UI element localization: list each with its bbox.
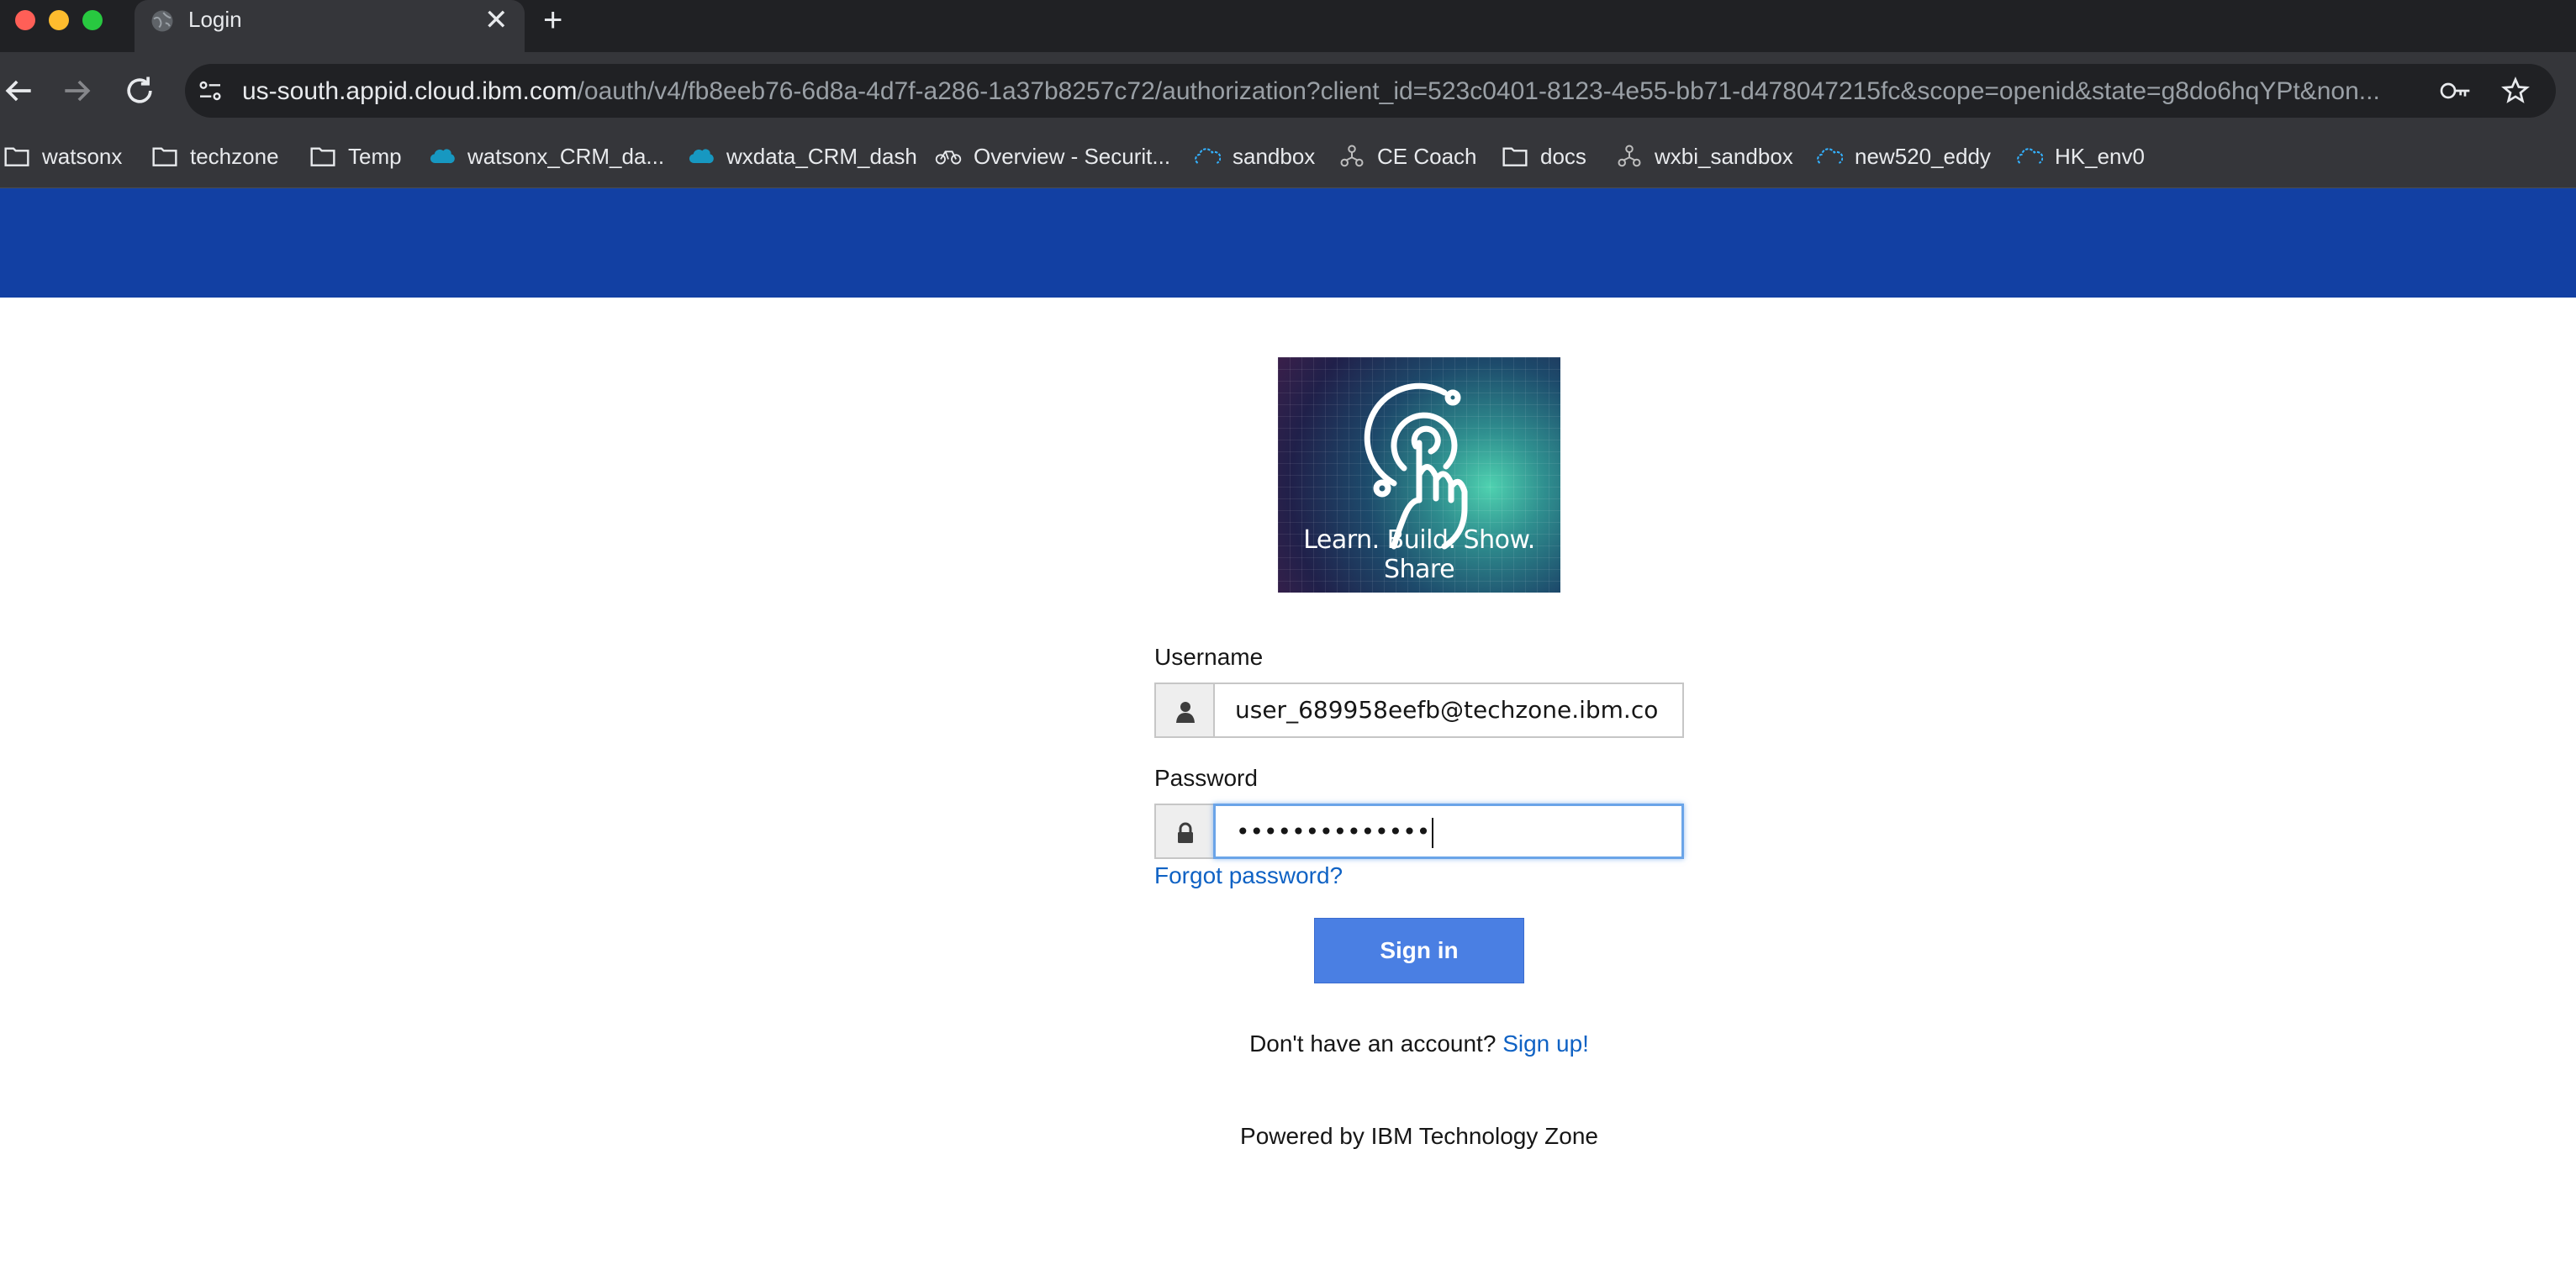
site-settings-icon[interactable] <box>197 77 224 104</box>
salesforce-icon <box>689 149 714 164</box>
forward-arrow-icon[interactable] <box>59 72 96 109</box>
globe-icon <box>151 10 173 32</box>
bookmark-label: watsonx <box>42 143 123 169</box>
user-icon <box>1176 702 1195 723</box>
bookmark-watsonx[interactable]: watsonx <box>3 141 122 171</box>
bookmark-overview-security[interactable]: Overview - Securit... <box>935 141 1170 171</box>
network-icon <box>1618 145 1641 167</box>
bookmark-star-icon[interactable] <box>2500 76 2531 106</box>
window-maximize-button[interactable] <box>82 10 103 30</box>
back-arrow-icon[interactable] <box>0 72 37 109</box>
forgot-password-link[interactable]: Forgot password? <box>1154 862 1343 889</box>
url-path: /oauth/v4/fb8eeb76-6d8a-4d7f-a286-1a37b8… <box>577 77 2380 105</box>
password-addon <box>1154 804 1213 859</box>
username-addon <box>1154 683 1213 738</box>
bookmark-watsonx-crm[interactable]: watsonx_CRM_da... <box>429 141 664 171</box>
address-bar[interactable]: us-south.appid.cloud.ibm.com/oauth/v4/fb… <box>185 64 2556 118</box>
signup-prompt-text: Don't have an account? <box>1249 1030 1497 1057</box>
folder-icon <box>1502 147 1528 166</box>
techzone-logo: Learn. Build. Show. Share <box>1278 357 1560 593</box>
window-minimize-button[interactable] <box>49 10 69 30</box>
bike-icon <box>935 150 962 165</box>
url-text: us-south.appid.cloud.ibm.com/oauth/v4/fb… <box>242 77 2428 106</box>
text-caret <box>1432 818 1434 848</box>
bookmark-label: sandbox <box>1233 143 1316 169</box>
ibm-cloud-icon <box>2017 148 2043 164</box>
password-key-icon[interactable] <box>2438 77 2472 104</box>
browser-tab-strip: Login ✕ + <box>0 0 2576 52</box>
bookmark-label: techzone <box>190 143 279 169</box>
bookmark-label: wxdata_CRM_dash <box>726 143 917 169</box>
ibm-cloud-icon <box>1195 148 1221 164</box>
bookmark-label: watsonx_CRM_da... <box>467 143 665 169</box>
bookmark-label: CE Coach <box>1377 143 1477 169</box>
sign-up-link[interactable]: Sign up! <box>1502 1030 1589 1057</box>
bookmark-label: HK_env0 <box>2055 143 2145 169</box>
ibm-cloud-icon <box>1817 148 1843 164</box>
signup-prompt: Don't have an account? Sign up! <box>0 1030 2576 1057</box>
password-label: Password <box>1154 765 1258 791</box>
bookmark-label: docs <box>1540 143 1586 169</box>
new-tab-button[interactable]: + <box>543 2 562 39</box>
bookmark-label: Temp <box>348 143 402 169</box>
salesforce-icon <box>430 149 455 164</box>
lock-icon <box>1178 822 1193 843</box>
sign-in-button[interactable]: Sign in <box>1314 918 1524 983</box>
bookmark-label: new520_eddy <box>1855 143 1991 169</box>
reload-icon[interactable] <box>121 72 158 109</box>
bookmark-sandbox[interactable]: sandbox <box>1194 141 1315 171</box>
username-field-group: user_689958eefb@techzone.ibm.co <box>1154 683 1684 738</box>
folder-icon <box>4 147 29 166</box>
network-icon <box>1340 145 1364 167</box>
powered-by-footer: Powered by IBM Technology Zone <box>1240 1123 1598 1149</box>
bookmarks-bar: watsonx techzone Temp watsonx_CRM_da... … <box>0 129 2576 188</box>
bookmark-docs[interactable]: docs <box>1502 141 1586 171</box>
logo-tagline: Learn. Build. Show. Share <box>1303 525 1535 584</box>
bookmark-techzone[interactable]: techzone <box>151 141 279 171</box>
password-field-group: •••••••••••••• <box>1154 804 1684 859</box>
username-input[interactable]: user_689958eefb@techzone.ibm.co <box>1213 683 1684 738</box>
tab-title: Login <box>188 7 242 32</box>
bookmark-temp[interactable]: Temp <box>309 141 402 171</box>
bookmark-new520-eddy[interactable]: new520_eddy <box>1816 141 1991 171</box>
bookmark-hk-env0[interactable]: HK_env0 <box>2016 141 2145 171</box>
browser-toolbar: us-south.appid.cloud.ibm.com/oauth/v4/fb… <box>0 52 2576 129</box>
bookmark-ce-coach[interactable]: CE Coach <box>1338 141 1477 171</box>
folder-icon <box>310 147 335 166</box>
url-host: us-south.appid.cloud.ibm.com <box>242 77 578 105</box>
tab-close-icon[interactable]: ✕ <box>484 3 509 37</box>
folder-icon <box>152 147 177 166</box>
password-masked-value: •••••••••••••• <box>1236 818 1431 846</box>
bookmark-wxdata-crm[interactable]: wxdata_CRM_dash <box>688 141 917 171</box>
password-input[interactable]: •••••••••••••• <box>1213 804 1684 859</box>
bookmark-wxbi-sandbox[interactable]: wxbi_sandbox <box>1616 141 1793 171</box>
bookmark-label: Overview - Securit... <box>974 143 1171 169</box>
browser-tab-login[interactable]: Login ✕ <box>135 0 525 52</box>
window-close-button[interactable] <box>15 10 35 30</box>
bookmark-label: wxbi_sandbox <box>1655 143 1793 169</box>
username-label: Username <box>1154 644 1264 670</box>
page-header-banner <box>0 188 2576 298</box>
